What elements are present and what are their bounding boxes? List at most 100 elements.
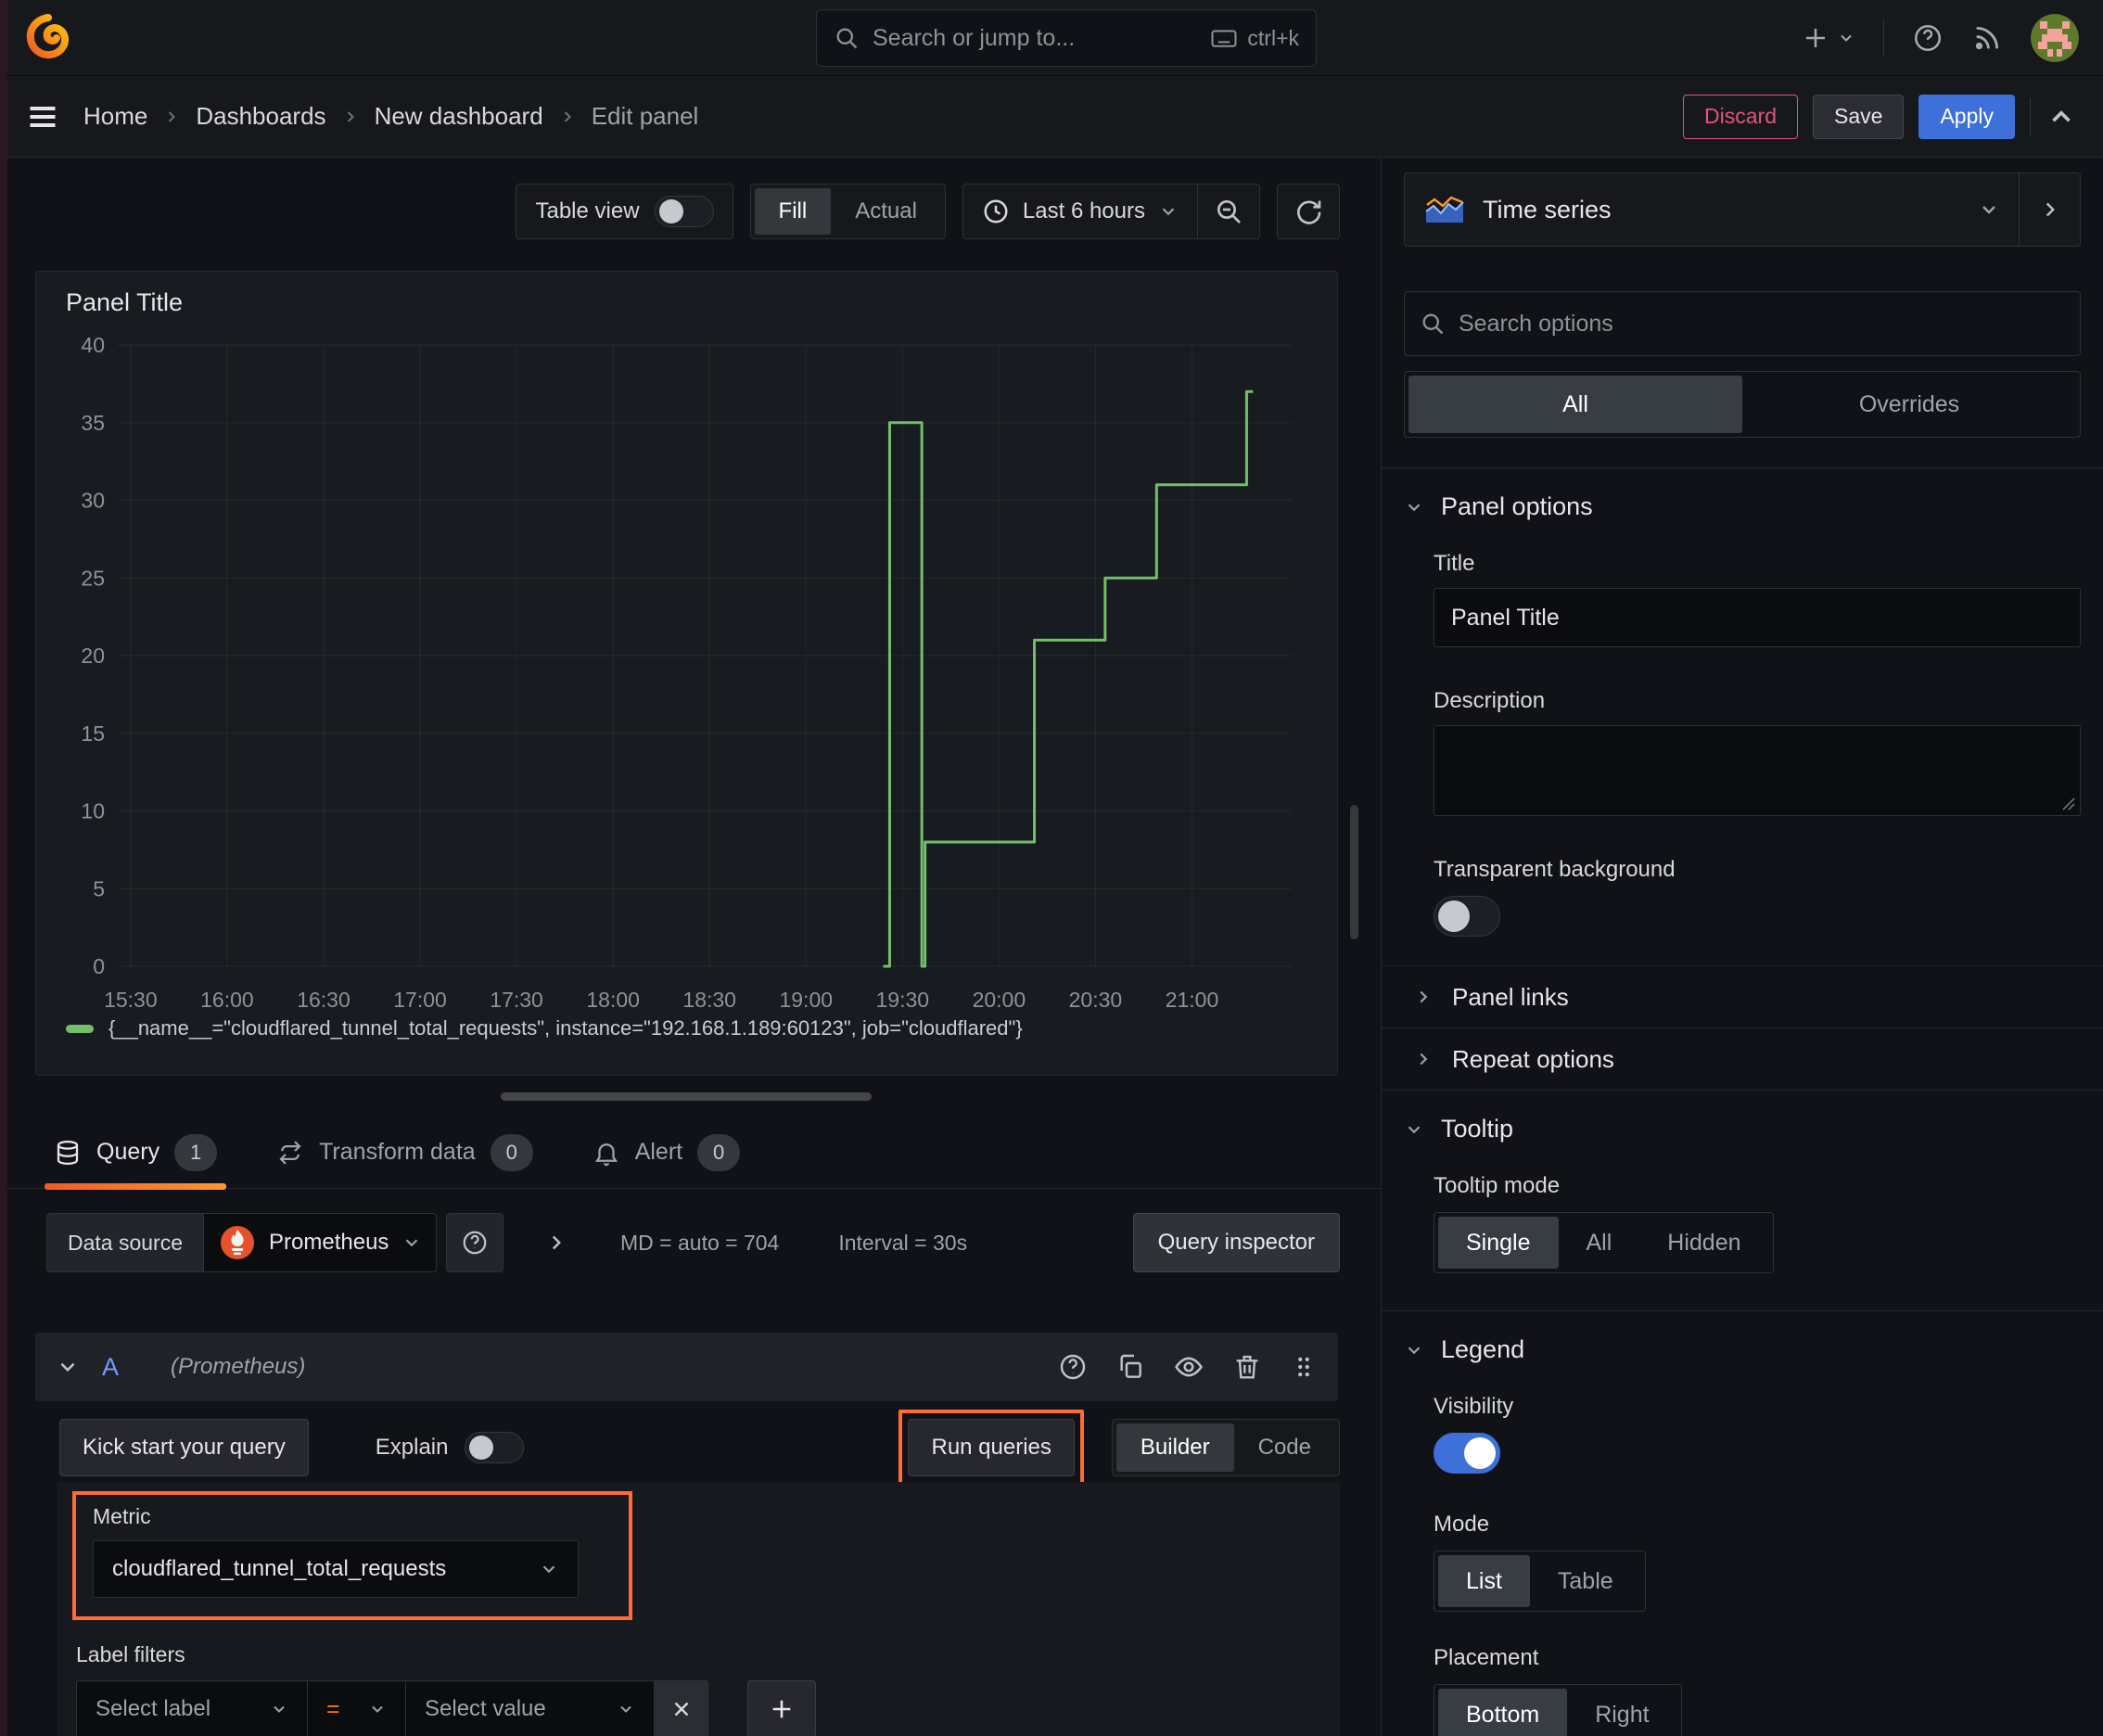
query-builder-body: Metric cloudflared_tunnel_total_requests… bbox=[57, 1482, 1340, 1736]
zoom-out-button[interactable] bbox=[1198, 185, 1259, 238]
svg-text:35: 35 bbox=[81, 411, 105, 435]
time-range-label: Last 6 hours bbox=[1022, 198, 1145, 223]
top-nav-actions bbox=[1802, 0, 2079, 76]
vertical-scrollbar[interactable] bbox=[1350, 805, 1358, 939]
builder-option[interactable]: Builder bbox=[1115, 1423, 1234, 1472]
datasource-help-button[interactable] bbox=[446, 1213, 504, 1272]
metric-highlight: Metric cloudflared_tunnel_total_requests bbox=[72, 1491, 632, 1620]
panel-links-section[interactable]: Panel links bbox=[1382, 966, 2103, 1028]
chevron-right-icon bbox=[1413, 1049, 1434, 1069]
chevron-down-icon bbox=[1404, 1119, 1424, 1140]
breadcrumb-bar: Home Dashboards New dashboard Edit panel… bbox=[0, 76, 2103, 158]
legend-mode-list[interactable]: List bbox=[1438, 1555, 1530, 1607]
breadcrumb-home[interactable]: Home bbox=[83, 102, 147, 131]
legend-placement-bottom[interactable]: Bottom bbox=[1438, 1689, 1568, 1736]
breadcrumb-new-dashboard[interactable]: New dashboard bbox=[375, 102, 543, 131]
panel-title-input[interactable]: Panel Title bbox=[1434, 588, 2081, 647]
table-view-toggle[interactable] bbox=[654, 196, 714, 227]
clock-icon bbox=[982, 198, 1010, 225]
tab-overrides[interactable]: Overrides bbox=[1742, 376, 2076, 433]
user-avatar[interactable] bbox=[2031, 14, 2079, 62]
actual-option[interactable]: Actual bbox=[831, 188, 941, 235]
resize-handle-icon[interactable] bbox=[2059, 795, 2076, 811]
plus-icon bbox=[769, 1696, 795, 1722]
legend-section-header[interactable]: Legend bbox=[1382, 1311, 2103, 1364]
chart-legend: {__name__="cloudflared_tunnel_total_requ… bbox=[66, 1016, 1317, 1040]
trash-icon[interactable] bbox=[1232, 1352, 1262, 1382]
kick-start-query-button[interactable]: Kick start your query bbox=[59, 1419, 309, 1476]
metric-select[interactable]: cloudflared_tunnel_total_requests bbox=[93, 1540, 579, 1598]
builder-code-switch: Builder Code bbox=[1111, 1419, 1340, 1476]
add-menu-button[interactable] bbox=[1802, 24, 1855, 52]
tab-transform-badge: 0 bbox=[490, 1133, 533, 1171]
description-textarea[interactable] bbox=[1434, 725, 2081, 816]
apply-button[interactable]: Apply bbox=[1918, 94, 2015, 139]
chevron-down-icon bbox=[1158, 201, 1179, 222]
global-search-input[interactable]: Search or jump to... ctrl+k bbox=[816, 9, 1317, 67]
discard-button[interactable]: Discard bbox=[1683, 94, 1799, 139]
breadcrumb-dashboards[interactable]: Dashboards bbox=[196, 102, 325, 131]
query-datasource-hint: (Prometheus) bbox=[171, 1354, 306, 1379]
run-queries-button[interactable]: Run queries bbox=[908, 1419, 1075, 1476]
tooltip-hidden-option[interactable]: Hidden bbox=[1639, 1217, 1768, 1269]
help-icon[interactable] bbox=[1058, 1352, 1088, 1382]
explain-toggle[interactable] bbox=[465, 1432, 525, 1463]
visualization-picker[interactable]: Time series bbox=[1405, 173, 2019, 246]
query-options-summary[interactable]: MD = auto = 704 Interval = 30s bbox=[620, 1231, 967, 1256]
repeat-options-section[interactable]: Repeat options bbox=[1382, 1028, 2103, 1090]
select-value-dropdown[interactable]: Select value bbox=[406, 1680, 655, 1736]
operator-dropdown[interactable]: = bbox=[308, 1680, 406, 1736]
news-rss-button[interactable] bbox=[1971, 22, 2003, 54]
chart-svg[interactable]: 0 5 10 15 20 25 30 35 40 15:30 16:00 16:30 17:00 17:3… bbox=[57, 317, 1316, 1015]
refresh-button[interactable] bbox=[1278, 185, 1339, 238]
panel-options-section-header[interactable]: Panel options bbox=[1382, 468, 2103, 521]
legend-mode-table[interactable]: Table bbox=[1530, 1555, 1641, 1607]
remove-filter-button[interactable] bbox=[655, 1680, 708, 1736]
options-search-input[interactable]: Search options bbox=[1404, 291, 2081, 356]
svg-text:30: 30 bbox=[81, 489, 105, 513]
menu-icon[interactable] bbox=[26, 100, 59, 134]
collapse-options-button[interactable] bbox=[2019, 173, 2080, 246]
grafana-logo-icon[interactable] bbox=[22, 12, 74, 64]
save-button[interactable]: Save bbox=[1813, 94, 1905, 139]
chevron-right-icon bbox=[558, 108, 577, 126]
tooltip-section-header[interactable]: Tooltip bbox=[1382, 1091, 2103, 1143]
legend-visibility-toggle[interactable] bbox=[1434, 1433, 1500, 1474]
chevron-up-icon[interactable] bbox=[2046, 101, 2077, 133]
svg-text:17:30: 17:30 bbox=[490, 988, 543, 1012]
fill-actual-switch: Fill Actual bbox=[749, 184, 946, 239]
svg-text:16:30: 16:30 bbox=[297, 988, 350, 1012]
breadcrumb: Home Dashboards New dashboard Edit panel bbox=[83, 102, 698, 131]
tab-all-options[interactable]: All bbox=[1408, 376, 1742, 433]
add-filter-button[interactable] bbox=[747, 1680, 816, 1736]
transparent-bg-toggle[interactable] bbox=[1434, 896, 1500, 937]
chevron-down-icon[interactable] bbox=[56, 1355, 80, 1379]
options-sidebar: Time series Search options All Overrides bbox=[1381, 158, 2103, 1736]
transform-icon bbox=[276, 1139, 304, 1167]
svg-text:19:30: 19:30 bbox=[876, 988, 930, 1012]
tab-query[interactable]: Query 1 bbox=[45, 1117, 227, 1190]
fill-option[interactable]: Fill bbox=[754, 188, 832, 235]
eye-icon[interactable] bbox=[1173, 1351, 1204, 1383]
legend-series-name[interactable]: {__name__="cloudflared_tunnel_total_requ… bbox=[108, 1016, 1023, 1040]
tab-alert[interactable]: Alert 0 bbox=[593, 1117, 741, 1188]
tooltip-all-option[interactable]: All bbox=[1559, 1217, 1640, 1269]
select-label-dropdown[interactable]: Select label bbox=[76, 1680, 308, 1736]
code-option[interactable]: Code bbox=[1234, 1423, 1335, 1472]
tab-transform-data[interactable]: Transform data 0 bbox=[276, 1117, 533, 1188]
legend-placement-right[interactable]: Right bbox=[1567, 1689, 1676, 1736]
time-range-picker[interactable]: Last 6 hours bbox=[963, 185, 1197, 238]
query-inspector-button[interactable]: Query inspector bbox=[1132, 1213, 1340, 1272]
query-row-header[interactable]: A (Prometheus) bbox=[35, 1333, 1338, 1401]
horizontal-scrollbar[interactable] bbox=[501, 1092, 872, 1101]
tooltip-single-option[interactable]: Single bbox=[1438, 1217, 1559, 1269]
legend-placement-switch: Bottom Right bbox=[1434, 1684, 1682, 1736]
duplicate-icon[interactable] bbox=[1115, 1352, 1145, 1382]
datasource-picker[interactable]: Prometheus bbox=[203, 1213, 438, 1272]
chevron-down-icon bbox=[539, 1559, 559, 1579]
database-icon bbox=[54, 1139, 82, 1167]
query-options-expand-icon[interactable] bbox=[544, 1231, 568, 1255]
svg-text:16:00: 16:00 bbox=[200, 988, 254, 1012]
drag-handle-icon[interactable] bbox=[1290, 1353, 1318, 1381]
help-button[interactable] bbox=[1912, 22, 1944, 54]
